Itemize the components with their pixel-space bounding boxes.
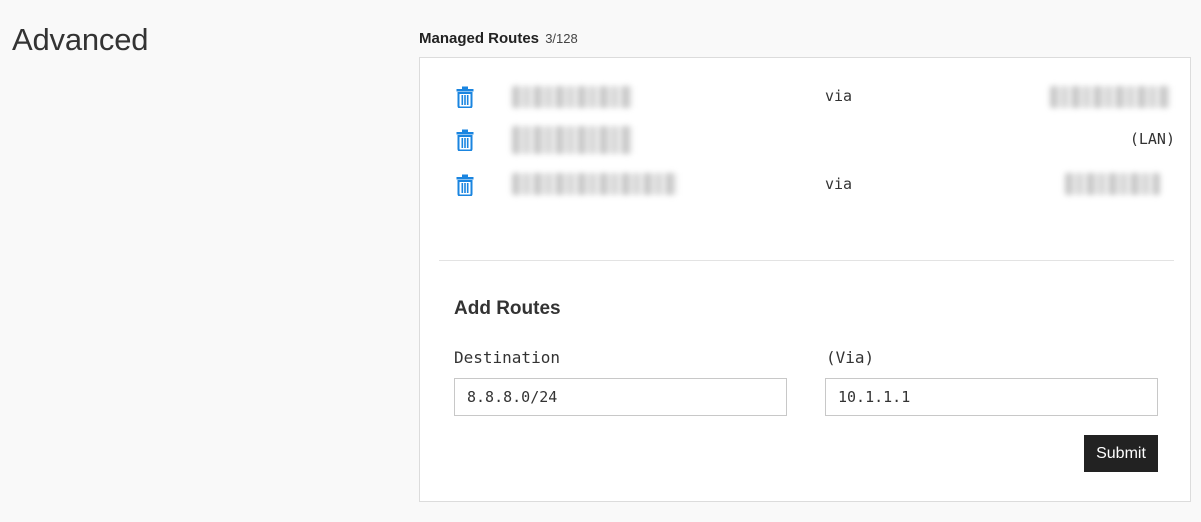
route-via-label: via — [825, 175, 853, 193]
add-routes-title: Add Routes — [454, 298, 561, 319]
route-row: via — [420, 81, 1190, 113]
route-destination-redacted — [512, 126, 632, 154]
destination-label: Destination — [454, 348, 560, 367]
submit-button[interactable]: Submit — [1084, 435, 1158, 472]
route-destination-redacted — [512, 86, 632, 108]
trash-icon[interactable] — [455, 86, 475, 109]
route-row: (LAN) — [420, 124, 1190, 156]
routes-panel: via (LAN) via Add Routes Destination (Vi… — [419, 57, 1191, 502]
page-title: Advanced — [12, 22, 149, 57]
managed-routes-header: Managed Routes 3/128 — [419, 30, 578, 47]
managed-routes-label: Managed Routes — [419, 30, 540, 47]
managed-routes-count: 3/128 — [545, 31, 578, 46]
trash-icon[interactable] — [455, 174, 475, 197]
route-lan-label: (LAN) — [1129, 130, 1175, 148]
route-via-label: via — [825, 87, 853, 105]
route-gateway-redacted — [1065, 173, 1160, 195]
route-gateway-redacted — [1050, 86, 1170, 108]
via-label: (Via) — [826, 348, 875, 367]
destination-input[interactable] — [454, 378, 787, 416]
trash-icon[interactable] — [455, 129, 475, 152]
section-divider — [439, 260, 1174, 261]
route-row: via — [420, 169, 1190, 201]
via-input[interactable] — [825, 378, 1158, 416]
route-destination-redacted — [512, 173, 677, 195]
